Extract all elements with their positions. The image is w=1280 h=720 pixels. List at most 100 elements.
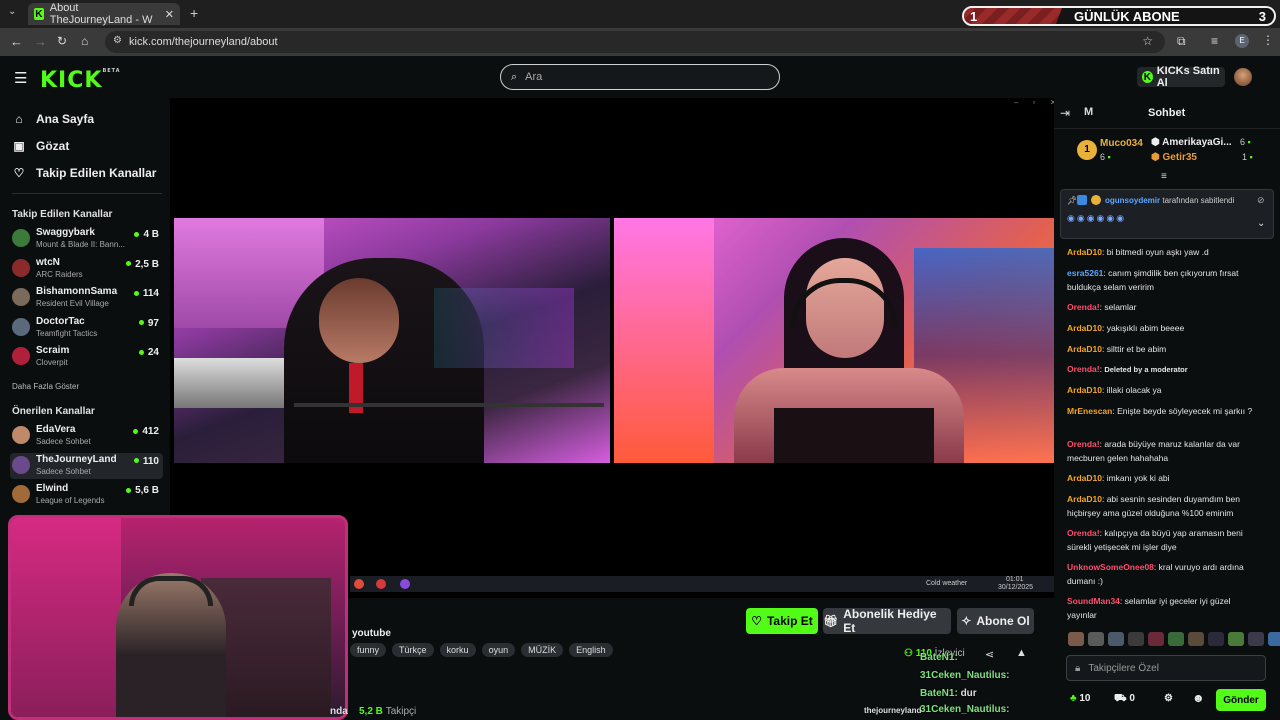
emote-icon[interactable] bbox=[1208, 632, 1224, 646]
stream-tag[interactable]: oyun bbox=[481, 643, 516, 657]
chat-username[interactable]: Orenda! bbox=[1067, 528, 1100, 538]
emote-icon[interactable] bbox=[1188, 632, 1204, 646]
gift-balance[interactable]: ⛟ 0 bbox=[1114, 693, 1135, 706]
forward-icon[interactable]: → bbox=[34, 34, 47, 49]
stream-tag[interactable]: korku bbox=[439, 643, 476, 657]
chat-username[interactable]: ArdaD10 bbox=[1067, 494, 1102, 504]
chat-username[interactable]: SoundMan34 bbox=[1067, 596, 1120, 606]
emote-icon[interactable] bbox=[1148, 632, 1164, 646]
chat-message: ArdaD10: bi bitmedi oyun aşkı yaw .d bbox=[1067, 245, 1261, 259]
stream-tag[interactable]: MÜZİK bbox=[521, 643, 564, 657]
nav-browse[interactable]: ▣ Gözat bbox=[12, 139, 69, 153]
channel-avatar bbox=[12, 426, 30, 444]
channel-name: TheJourneyLand bbox=[36, 453, 117, 465]
streamer-name[interactable]: nda bbox=[330, 706, 348, 717]
emote-icon[interactable] bbox=[1248, 632, 1264, 646]
channel-viewers: 110 bbox=[134, 456, 159, 467]
chat-message: ArdaD10: illaki olacak ya bbox=[1067, 383, 1261, 397]
emote-icon[interactable] bbox=[1068, 632, 1084, 646]
subscribe-button[interactable]: ✧ Abone Ol bbox=[957, 608, 1034, 634]
sidebar-channel[interactable]: wtcN ARC Raiders 2,5 B bbox=[10, 256, 163, 282]
chat-mode-label[interactable]: M bbox=[1084, 106, 1093, 118]
sidebar-channel[interactable]: Elwind League of Legends 5,6 B bbox=[10, 482, 163, 508]
expand-leaderboard-icon[interactable]: ≡ bbox=[1161, 171, 1167, 182]
stream-tag[interactable]: funny bbox=[350, 643, 387, 657]
sidebar-channel[interactable]: DoctorTac Teamfight Tactics 97 bbox=[10, 315, 163, 341]
back-icon[interactable]: ← bbox=[10, 34, 23, 49]
sidebar-channel[interactable]: Swaggybark Mount & Blade II: Bann... 4 B bbox=[10, 226, 163, 252]
hamburger-menu-icon[interactable]: ☰ bbox=[14, 69, 27, 87]
follow-button[interactable]: ♡ Takip Et bbox=[746, 608, 818, 634]
channel-viewers: 24 bbox=[139, 347, 159, 358]
bookmark-star-icon[interactable]: ☆ bbox=[1142, 34, 1153, 48]
send-button[interactable]: Gönder bbox=[1216, 689, 1266, 711]
chat-username[interactable]: ArdaD10 bbox=[1067, 385, 1102, 395]
chat-username[interactable]: ArdaD10 bbox=[1067, 247, 1102, 257]
overlay-chat-user: BateN1: bbox=[920, 688, 958, 699]
chat-username[interactable]: ArdaD10 bbox=[1067, 473, 1102, 483]
sidebar-channel[interactable]: Scraim Cloverpit 24 bbox=[10, 344, 163, 370]
share-icon[interactable]: ⋖ bbox=[985, 648, 994, 661]
extensions-icon[interactable]: ⧉ bbox=[1177, 34, 1186, 49]
mod-badge-icon bbox=[1077, 195, 1087, 205]
close-tab-icon[interactable]: ✕ bbox=[165, 8, 174, 21]
chat-username[interactable]: ArdaD10 bbox=[1067, 344, 1102, 354]
chat-username[interactable]: esra5261 bbox=[1067, 268, 1103, 278]
site-info-icon[interactable]: ⚙ bbox=[113, 35, 122, 46]
leader-2[interactable]: ⬢ AmerikayaGi... bbox=[1151, 137, 1232, 148]
streamer-webcam bbox=[8, 515, 348, 720]
unpin-icon[interactable]: ⊘ bbox=[1257, 195, 1265, 206]
gift-sub-button[interactable]: 🎁︎ Abonelik Hediye Et bbox=[823, 607, 951, 635]
chat-username[interactable]: Orenda! bbox=[1067, 439, 1100, 449]
channel-avatar bbox=[12, 229, 30, 247]
home-browser-icon[interactable]: ⌂ bbox=[81, 34, 88, 48]
chat-username[interactable]: Orenda! bbox=[1067, 302, 1100, 312]
report-icon[interactable]: ▲ bbox=[1016, 647, 1027, 659]
collapse-chat-icon[interactable]: ⇥ bbox=[1060, 106, 1070, 120]
browser-tab[interactable]: K About TheJourneyLand - W ✕ bbox=[28, 2, 180, 26]
video-feed-right bbox=[614, 218, 1054, 463]
user-avatar[interactable] bbox=[1234, 68, 1252, 86]
expand-pinned-icon[interactable]: ⌄ bbox=[1257, 218, 1265, 229]
emote-picker-icon[interactable]: ☻ bbox=[1192, 691, 1205, 705]
emote-icon[interactable] bbox=[1088, 632, 1104, 646]
kick-logo[interactable]: KICKBETA bbox=[40, 68, 121, 93]
channel-category: Sadece Sohbet bbox=[36, 466, 91, 476]
chat-username[interactable]: Orenda! bbox=[1067, 364, 1100, 374]
chat-username[interactable]: UnknowSomeOnee08 bbox=[1067, 562, 1154, 572]
heart-icon: ♡ bbox=[13, 166, 25, 180]
emote-icon[interactable] bbox=[1128, 632, 1144, 646]
sidebar-channel[interactable]: BishamonnSama Resident Evil Village 114 bbox=[10, 285, 163, 311]
reload-icon[interactable]: ↻ bbox=[57, 34, 67, 48]
overlay-chat-line: BateN1: dur bbox=[920, 688, 977, 699]
chat-settings-icon[interactable]: ⚙ bbox=[1164, 693, 1173, 704]
chat-username[interactable]: ArdaD10 bbox=[1067, 323, 1102, 333]
sidebar-channel[interactable]: EdaVera Sadece Sohbet 412 bbox=[10, 423, 163, 449]
buy-kicks-button[interactable]: K KICKs Satın Al bbox=[1137, 65, 1225, 89]
show-more-link[interactable]: Daha Fazla Göster bbox=[12, 382, 79, 391]
emote-icon[interactable] bbox=[1168, 632, 1184, 646]
sidebar-channel[interactable]: TheJourneyLand Sadece Sohbet 110 bbox=[10, 452, 163, 479]
channel-category: Sadece Sohbet bbox=[36, 437, 91, 446]
leader-3[interactable]: ⬢ Getir35 bbox=[1151, 152, 1197, 163]
search-input[interactable]: ⌕ Ara bbox=[500, 64, 780, 90]
address-bar[interactable]: ⚙ kick.com/thejourneyland/about ☆ bbox=[105, 31, 1165, 53]
nav-home[interactable]: ⌂ Ana Sayfa bbox=[12, 112, 94, 126]
leader-1-count-value: 6 bbox=[1100, 152, 1106, 162]
browser-menu-icon[interactable]: ⋮ bbox=[1262, 33, 1274, 47]
emote-icon[interactable] bbox=[1228, 632, 1244, 646]
emote-icon[interactable] bbox=[1268, 632, 1280, 646]
profile-avatar[interactable]: E bbox=[1235, 34, 1249, 48]
leader-1-name[interactable]: Muco034 bbox=[1100, 138, 1143, 149]
nav-following[interactable]: ♡ Takip Edilen Kanallar bbox=[12, 166, 157, 180]
new-tab-icon[interactable]: + bbox=[190, 5, 198, 21]
reading-list-icon[interactable]: ≡ bbox=[1211, 34, 1218, 48]
recommended-section-title: Önerilen Kanallar bbox=[12, 406, 95, 417]
kicks-balance[interactable]: ♣ 10 bbox=[1070, 693, 1090, 704]
chat-input[interactable]: 🔒︎ Takipçilere Özel bbox=[1066, 655, 1266, 681]
chat-username[interactable]: MrEnescan bbox=[1067, 406, 1112, 416]
tab-list-icon[interactable]: ⌄ bbox=[8, 6, 16, 17]
stream-tag[interactable]: Türkçe bbox=[392, 643, 434, 657]
stream-tag[interactable]: English bbox=[569, 643, 613, 657]
emote-icon[interactable] bbox=[1108, 632, 1124, 646]
